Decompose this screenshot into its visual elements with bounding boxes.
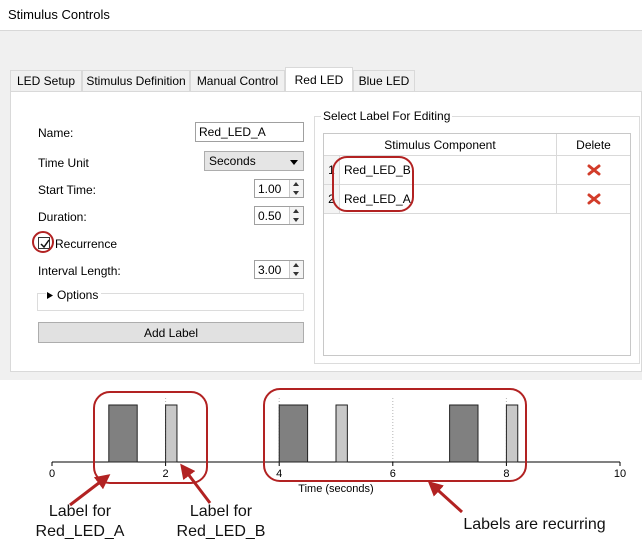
arrow-label-a	[69, 474, 111, 507]
recurrence-highlight	[32, 231, 54, 253]
annotation-line: Label for	[48, 503, 112, 520]
first-pulses-highlight	[93, 391, 208, 484]
annotation-line: Label for	[189, 503, 253, 520]
annotation-line: Red_LED_B	[176, 523, 266, 540]
arrow-recurring	[427, 480, 464, 514]
annotation-label-b: Label for Red_LED_B	[163, 502, 279, 542]
rows-highlight	[332, 156, 414, 212]
annotation-label-a: Label for Red_LED_A	[22, 502, 138, 542]
annotation-recurring: Labels are recurring	[463, 516, 606, 533]
annotation-line: Red_LED_A	[35, 523, 125, 540]
recurring-pulses-highlight	[263, 388, 527, 482]
annotation-overlay	[32, 156, 527, 514]
